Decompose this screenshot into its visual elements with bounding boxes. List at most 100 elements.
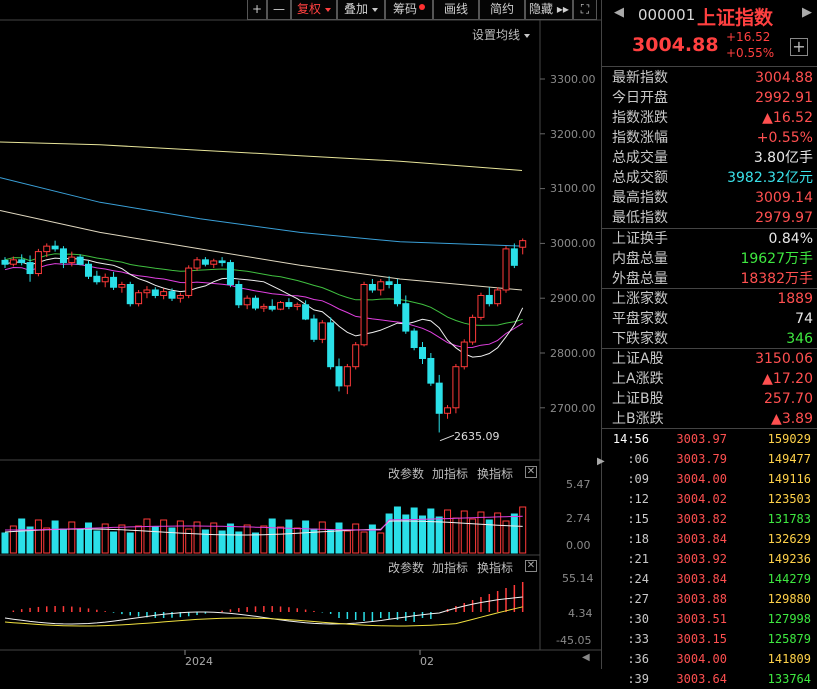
stock-code: 000001 <box>638 6 696 24</box>
stat-row: 最低指数 2979.97 <box>612 208 813 228</box>
vol-y-bottom: 0.00 <box>566 539 591 552</box>
stat-row: 上涨家数 1889 <box>612 289 813 309</box>
ma120-line <box>0 177 523 247</box>
tick-price: 3003.97 <box>676 432 727 446</box>
candle-body <box>126 284 134 305</box>
x-label-2024: 2024 <box>185 655 213 668</box>
tick-time: :39 <box>627 672 649 686</box>
tick-row: :18 3003.84 132629 <box>602 529 817 549</box>
candle-body <box>226 262 234 285</box>
candle-body <box>1 259 9 265</box>
candle-body <box>419 347 426 359</box>
volume-bar <box>243 524 251 554</box>
candle-body <box>293 304 301 307</box>
tick-price: 3003.79 <box>676 452 727 466</box>
candle-body <box>377 281 385 291</box>
divider <box>602 66 817 67</box>
y-tick-2900: 2900.00 <box>550 292 596 305</box>
vol-add-indicator-button[interactable]: 加指标 <box>432 465 468 482</box>
tick-price: 3003.84 <box>676 572 727 586</box>
volume-bar <box>101 523 109 554</box>
zoom-out-button[interactable]: — <box>267 0 291 20</box>
low-marker-arrow <box>439 434 455 442</box>
vol-change-params-button[interactable]: 改参数 <box>388 465 424 482</box>
y-tick-3000: 3000.00 <box>550 237 596 250</box>
candle-body <box>168 291 176 299</box>
macd-y-bottom: -45.05 <box>556 634 592 647</box>
current-price: 3004.88 <box>632 34 719 56</box>
volume-bar <box>318 521 326 554</box>
tick-row: :06 3003.79 149477 <box>602 449 817 469</box>
tick-price: 3004.00 <box>676 652 727 666</box>
stat-row: 总成交额 3982.32亿元 <box>612 168 813 188</box>
overlay-dropdown[interactable]: 叠加 <box>337 0 385 20</box>
vol-close-icon[interactable]: ✕ <box>525 466 537 478</box>
zoom-in-button[interactable]: + <box>247 0 267 20</box>
candle-body <box>18 259 26 264</box>
macd-close-icon[interactable]: ✕ <box>525 560 537 572</box>
volume-bar <box>76 529 84 554</box>
simple-mode-button[interactable]: 简约 <box>479 0 525 20</box>
volume-bar <box>260 525 268 554</box>
candle-body <box>327 322 335 368</box>
tick-time: :12 <box>627 492 649 506</box>
fuquan-dropdown[interactable]: 复权 <box>291 0 337 20</box>
tick-row: :09 3004.00 149116 <box>602 469 817 489</box>
candle-body <box>101 276 109 283</box>
add-watchlist-icon[interactable]: + <box>790 38 808 56</box>
candle-body <box>176 294 184 299</box>
candle-body <box>393 284 401 305</box>
next-stock-icon[interactable]: ▶ <box>802 5 812 20</box>
low-price-marker: 2635.09 <box>454 430 500 443</box>
divider <box>602 288 817 289</box>
candle-body <box>9 259 17 265</box>
prev-stock-icon[interactable]: ◀ <box>614 5 624 20</box>
volume-bar <box>343 530 351 554</box>
candle-body <box>252 297 259 309</box>
panel-toggle-icon[interactable]: ▶ <box>597 452 605 472</box>
stat-row: 指数涨幅 +0.55% <box>612 128 813 148</box>
stat-row: 下跌家数 346 <box>612 329 813 349</box>
price-change: +16.52 <box>726 30 771 44</box>
candle-body <box>460 341 468 368</box>
stat-label: 最新指数 <box>612 70 668 86</box>
stat-label: 今日开盘 <box>612 90 668 106</box>
tick-price: 3003.92 <box>676 552 727 566</box>
macd-change-params-button[interactable]: 改参数 <box>388 559 424 576</box>
fullscreen-icon[interactable]: ⛶ <box>573 0 597 20</box>
stat-value: 3982.32亿元 <box>727 170 813 186</box>
volume-bar <box>360 531 368 554</box>
divider <box>602 228 817 229</box>
stat-row: 上证B股 257.70 <box>612 389 813 409</box>
volume-bar <box>34 519 42 554</box>
hide-button[interactable]: 隐藏 ▸▸ <box>525 0 573 20</box>
ma-settings-button[interactable]: 设置均线 <box>472 26 531 43</box>
candle-body <box>210 260 218 265</box>
candle-body <box>469 316 477 343</box>
chevron-down-icon <box>325 7 331 12</box>
candle-body <box>93 275 101 283</box>
collapse-arrow-icon[interactable]: ◀ <box>582 652 590 663</box>
stat-label: 指数涨跌 <box>612 110 668 126</box>
stat-row: 指数涨跌 ▲16.52 <box>612 108 813 128</box>
stat-row: 内盘总量 19627万手 <box>612 249 813 269</box>
macd-switch-indicator-button[interactable]: 换指标 <box>477 559 513 576</box>
stat-value: 3150.06 <box>755 351 813 367</box>
candle-body <box>260 305 268 309</box>
candle-body <box>26 262 34 275</box>
volume-bar <box>327 529 335 554</box>
macd-y-top: 55.14 <box>562 572 594 585</box>
chips-button[interactable]: 筹码 <box>385 0 433 20</box>
tick-volume: 149477 <box>767 452 811 466</box>
candle-body <box>427 357 435 384</box>
chevron-down-icon <box>524 33 531 38</box>
vol-switch-indicator-button[interactable]: 换指标 <box>477 465 513 482</box>
y-tick-2800: 2800.00 <box>550 347 596 360</box>
ma-settings-label: 设置均线 <box>472 28 521 42</box>
candle-body <box>151 289 159 296</box>
macd-add-indicator-button[interactable]: 加指标 <box>432 559 468 576</box>
volume-bar <box>93 530 101 554</box>
candle-body <box>59 248 67 264</box>
volume-bar <box>268 518 276 554</box>
draw-line-button[interactable]: 画线 <box>433 0 479 20</box>
